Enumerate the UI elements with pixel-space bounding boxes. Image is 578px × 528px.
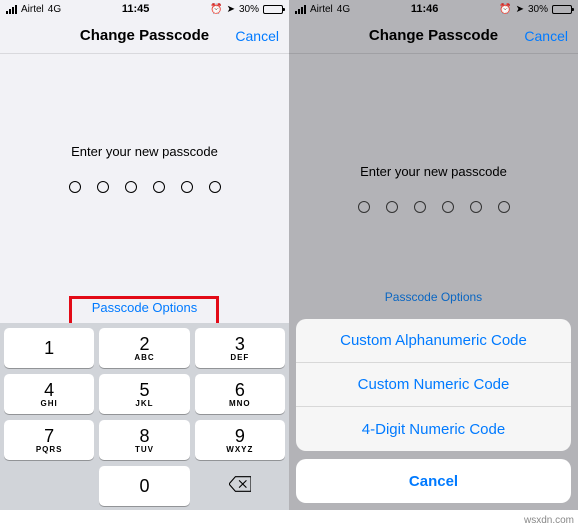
prompt-label: Enter your new passcode	[0, 144, 289, 159]
battery-icon	[552, 5, 572, 14]
key-4[interactable]: 4GHI	[4, 374, 94, 414]
dot	[414, 201, 426, 213]
option-custom-alphanumeric[interactable]: Custom Alphanumeric Code	[296, 319, 571, 363]
passcode-content: Enter your new passcode	[0, 54, 289, 193]
status-bar: Airtel 4G 11:46 ⏰ ➤ 30%	[289, 0, 578, 18]
watermark: wsxdn.com	[524, 515, 574, 526]
dot	[125, 181, 137, 193]
key-3[interactable]: 3DEF	[195, 328, 285, 368]
dot	[498, 201, 510, 213]
dot	[358, 201, 370, 213]
battery-icon	[263, 5, 283, 14]
dot	[470, 201, 482, 213]
numeric-keypad: 1 2ABC 3DEF 4GHI 5JKL 6MNO 7PQRS 8TUV 9W…	[0, 323, 289, 510]
status-time: 11:46	[411, 3, 439, 15]
dot	[181, 181, 193, 193]
passcode-content: Enter your new passcode	[289, 54, 578, 213]
key-8[interactable]: 8TUV	[99, 420, 189, 460]
backspace-icon	[229, 476, 251, 497]
cancel-button[interactable]: Cancel	[524, 28, 568, 44]
action-sheet-cancel[interactable]: Cancel	[296, 459, 571, 503]
phone-right: Airtel 4G 11:46 ⏰ ➤ 30% Change Passcode …	[289, 0, 578, 510]
passcode-options-button[interactable]: Passcode Options	[0, 300, 289, 315]
key-0[interactable]: 0	[99, 466, 189, 506]
passcode-dots	[289, 201, 578, 213]
dot	[69, 181, 81, 193]
dot	[97, 181, 109, 193]
alarm-icon: ⏰	[210, 4, 222, 15]
option-custom-numeric[interactable]: Custom Numeric Code	[296, 363, 571, 407]
key-7[interactable]: 7PQRS	[4, 420, 94, 460]
key-blank	[4, 466, 94, 506]
dot	[386, 201, 398, 213]
location-icon: ➤	[227, 4, 235, 15]
status-bar: Airtel 4G 11:45 ⏰ ➤ 30%	[0, 0, 289, 18]
alarm-icon: ⏰	[499, 4, 511, 15]
dot	[442, 201, 454, 213]
carrier-label: Airtel	[310, 4, 333, 15]
location-icon: ➤	[516, 4, 524, 15]
key-5[interactable]: 5JKL	[99, 374, 189, 414]
dot	[209, 181, 221, 193]
action-sheet: Custom Alphanumeric Code Custom Numeric …	[296, 319, 571, 503]
passcode-dots	[0, 181, 289, 193]
option-4-digit-numeric[interactable]: 4-Digit Numeric Code	[296, 407, 571, 451]
key-6[interactable]: 6MNO	[195, 374, 285, 414]
status-time: 11:45	[122, 3, 150, 15]
side-by-side-container: Airtel 4G 11:45 ⏰ ➤ 30% Change Passcode …	[0, 0, 578, 510]
action-sheet-group: Custom Alphanumeric Code Custom Numeric …	[296, 319, 571, 451]
carrier-label: Airtel	[21, 4, 44, 15]
nav-bar: Change Passcode Cancel	[289, 18, 578, 54]
phone-left: Airtel 4G 11:45 ⏰ ➤ 30% Change Passcode …	[0, 0, 289, 510]
network-label: 4G	[337, 4, 350, 15]
nav-title: Change Passcode	[80, 27, 209, 44]
key-1[interactable]: 1	[4, 328, 94, 368]
prompt-label: Enter your new passcode	[289, 164, 578, 179]
nav-bar: Change Passcode Cancel	[0, 18, 289, 54]
key-9[interactable]: 9WXYZ	[195, 420, 285, 460]
signal-icon	[295, 5, 306, 14]
key-2[interactable]: 2ABC	[99, 328, 189, 368]
signal-icon	[6, 5, 17, 14]
backspace-key[interactable]	[195, 466, 285, 506]
cancel-button[interactable]: Cancel	[235, 28, 279, 44]
battery-percent: 30%	[528, 4, 548, 15]
network-label: 4G	[48, 4, 61, 15]
nav-title: Change Passcode	[369, 27, 498, 44]
dot	[153, 181, 165, 193]
battery-percent: 30%	[239, 4, 259, 15]
passcode-options-button[interactable]: Passcode Options	[289, 290, 578, 304]
